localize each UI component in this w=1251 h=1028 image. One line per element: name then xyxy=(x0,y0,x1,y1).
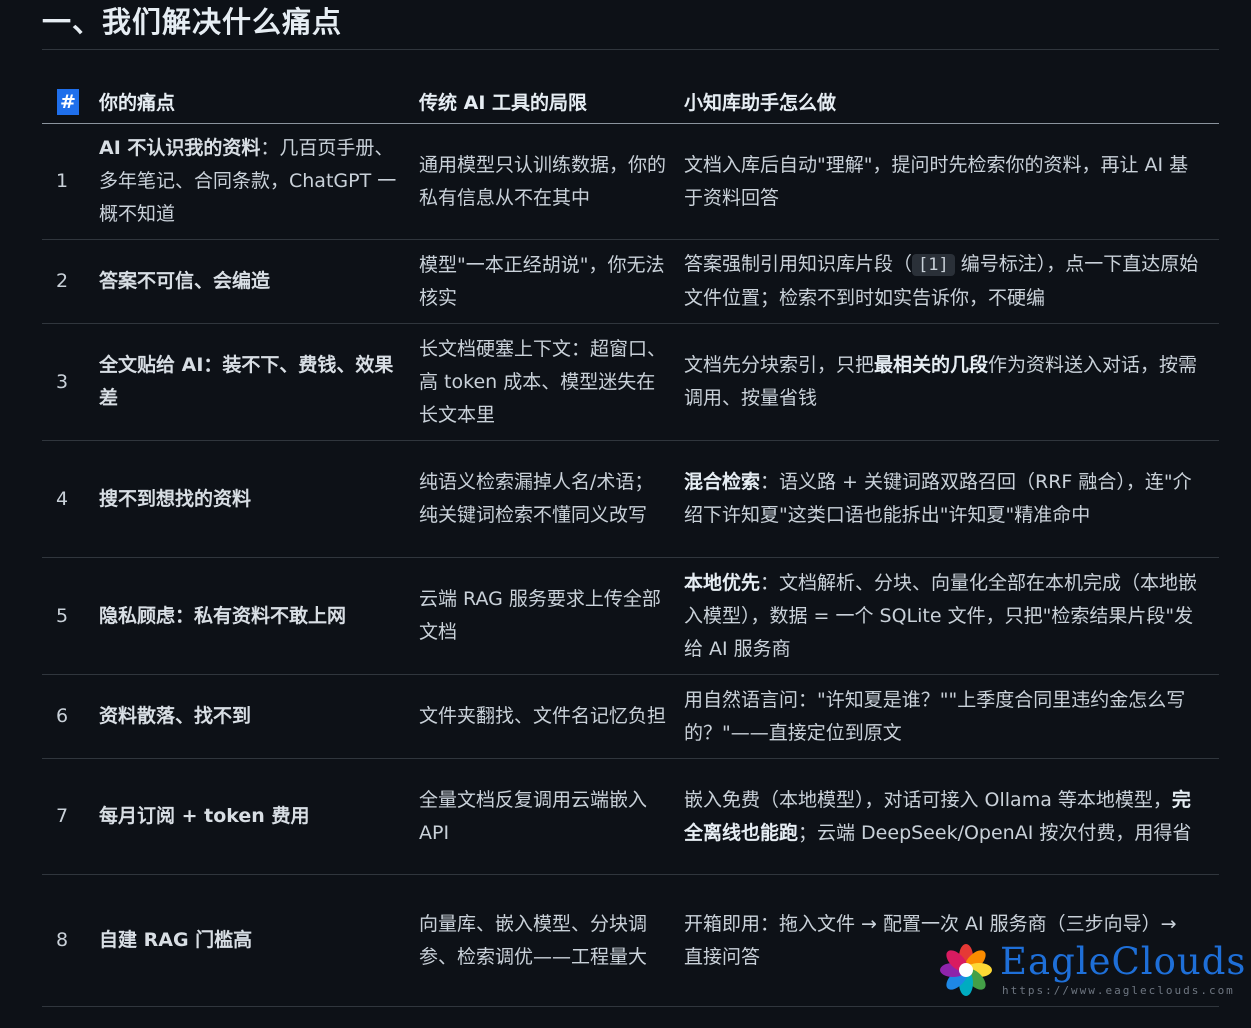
pain-cell: 搜不到想找的资料 xyxy=(99,440,419,558)
limit-cell: 通用模型只认训练数据，你的私有信息从不在其中 xyxy=(419,123,684,240)
pain-cell: 全文贴给 AI：装不下、费钱、效果差 xyxy=(99,323,419,441)
table-row: 2 答案不可信、会编造 模型"一本正经胡说"，你无法核实 答案强制引用知识库片段… xyxy=(42,239,1219,324)
watermark-brand: EagleClouds xyxy=(1000,940,1247,983)
limit-cell: 全量文档反复调用云端嵌入 API xyxy=(419,758,684,875)
limit-cell: 纯语义检索漏掉人名/术语；纯关键词检索不懂同义改写 xyxy=(419,440,684,558)
row-number: 3 xyxy=(42,323,99,441)
table-row: 7 每月订阅 + token 费用 全量文档反复调用云端嵌入 API 嵌入免费（… xyxy=(42,758,1219,875)
pain-cell: 自建 RAG 门槛高 xyxy=(99,874,419,1007)
row-number: 7 xyxy=(42,758,99,875)
row-number: 8 xyxy=(42,874,99,1007)
pain-cell: AI 不认识我的资料：几百页手册、多年笔记、合同条款，ChatGPT 一概不知道 xyxy=(99,123,419,240)
header-number: # xyxy=(42,80,99,124)
solution-cell: 答案强制引用知识库片段（ [1] 编号标注），点一下直达原始文件位置；检索不到时如… xyxy=(684,239,1219,324)
citation-code: [1] xyxy=(912,254,955,276)
row-number: 6 xyxy=(42,674,99,759)
document: 一、我们解决什么痛点 # 你的痛点 传统 AI 工具的局限 小知库助手怎么做 1… xyxy=(42,0,1219,1007)
row-number: 5 xyxy=(42,557,99,675)
pain-points-table: # 你的痛点 传统 AI 工具的局限 小知库助手怎么做 1 AI 不认识我的资料… xyxy=(42,80,1219,1007)
pain-cell: 资料散落、找不到 xyxy=(99,674,419,759)
table-row: 1 AI 不认识我的资料：几百页手册、多年笔记、合同条款，ChatGPT 一概不… xyxy=(42,123,1219,240)
solution-cell: 混合检索：语义路 + 关键词路双路召回（RRF 融合），连"介绍下许知夏"这类口… xyxy=(684,440,1219,558)
pain-cell: 隐私顾虑：私有资料不敢上网 xyxy=(99,557,419,675)
solution-cell: 嵌入免费（本地模型），对话可接入 Ollama 等本地模型，完全离线也能跑；云端… xyxy=(684,758,1219,875)
flower-logo-icon xyxy=(940,944,992,996)
table-header-row: # 你的痛点 传统 AI 工具的局限 小知库助手怎么做 xyxy=(42,80,1219,124)
solution-cell: 文档入库后自动"理解"，提问时先检索你的资料，再让 AI 基于资料回答 xyxy=(684,123,1219,240)
limit-cell: 模型"一本正经胡说"，你无法核实 xyxy=(419,239,684,324)
solution-cell: 文档先分块索引，只把最相关的几段作为资料送入对话，按需调用、按量省钱 xyxy=(684,323,1219,441)
header-pain: 你的痛点 xyxy=(99,80,419,124)
watermark-url: https://www.eagleclouds.com xyxy=(1002,984,1235,997)
table-row: 4 搜不到想找的资料 纯语义检索漏掉人名/术语；纯关键词检索不懂同义改写 混合检… xyxy=(42,440,1219,558)
header-solution: 小知库助手怎么做 xyxy=(684,80,1219,124)
section-heading: 一、我们解决什么痛点 xyxy=(42,0,1219,50)
watermark-logo: EagleClouds https://www.eagleclouds.com xyxy=(938,940,1245,1000)
solution-cell: 本地优先：文档解析、分块、向量化全部在本机完成（本地嵌入模型），数据 = 一个 … xyxy=(684,557,1219,675)
row-number: 1 xyxy=(42,123,99,240)
limit-cell: 云端 RAG 服务要求上传全部文档 xyxy=(419,557,684,675)
solution-cell: 用自然语言问："许知夏是谁？""上季度合同里违约金怎么写的？"——直接定位到原文 xyxy=(684,674,1219,759)
table-row: 5 隐私顾虑：私有资料不敢上网 云端 RAG 服务要求上传全部文档 本地优先：文… xyxy=(42,557,1219,675)
row-number: 2 xyxy=(42,239,99,324)
table-row: 6 资料散落、找不到 文件夹翻找、文件名记忆负担 用自然语言问："许知夏是谁？"… xyxy=(42,674,1219,759)
limit-cell: 向量库、嵌入模型、分块调参、检索调优——工程量大 xyxy=(419,874,684,1007)
row-number: 4 xyxy=(42,440,99,558)
pain-cell: 答案不可信、会编造 xyxy=(99,239,419,324)
header-limit: 传统 AI 工具的局限 xyxy=(419,80,684,124)
pain-cell: 每月订阅 + token 费用 xyxy=(99,758,419,875)
table-row: 3 全文贴给 AI：装不下、费钱、效果差 长文档硬塞上下文：超窗口、高 toke… xyxy=(42,323,1219,441)
limit-cell: 文件夹翻找、文件名记忆负担 xyxy=(419,674,684,759)
limit-cell: 长文档硬塞上下文：超窗口、高 token 成本、模型迷失在长文本里 xyxy=(419,323,684,441)
